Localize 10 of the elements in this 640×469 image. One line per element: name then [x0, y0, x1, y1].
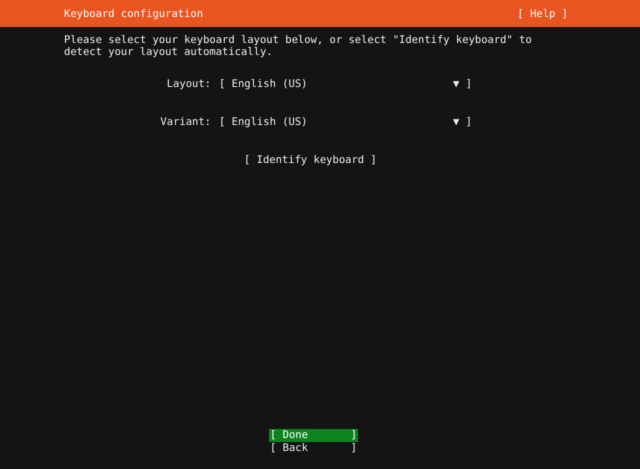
help-button[interactable]: [ Help ] — [517, 8, 568, 20]
instructions-text: Please select your keyboard layout below, or select "Identify keyboard" to detect your layout automatically. — [64, 34, 533, 58]
action-button[interactable]: [ Done ] — [269, 429, 358, 442]
field-label: Layout: — [166, 78, 211, 90]
keyboard-dropdown[interactable]: [ English (US) ▼ ] — [219, 116, 472, 128]
action-button[interactable]: [ Back ] — [269, 442, 358, 455]
keyboard-dropdown[interactable]: [ English (US) ▼ ] — [219, 78, 472, 90]
field-label: Variant: — [159, 116, 211, 128]
identify-keyboard-button[interactable]: [ Identify keyboard ] — [244, 154, 377, 166]
screen-title: Keyboard configuration — [64, 8, 204, 20]
